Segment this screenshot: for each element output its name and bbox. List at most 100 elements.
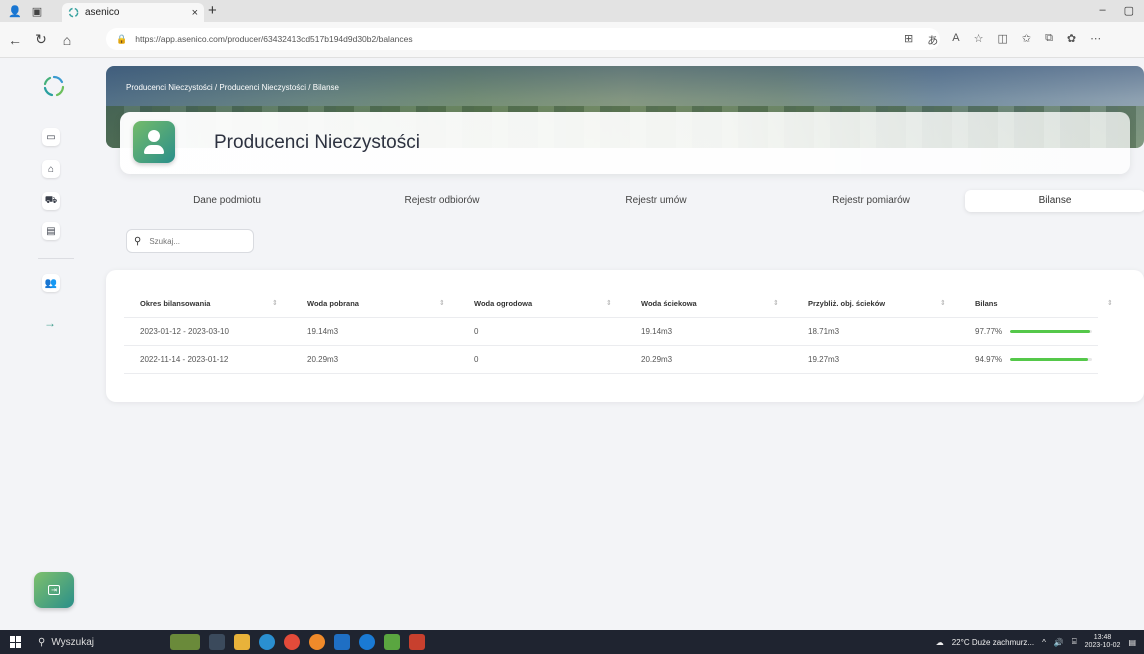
address-bar[interactable]: 🔒 https://app.asenico.com/producer/63432… xyxy=(106,28,940,50)
chrome-icon[interactable] xyxy=(284,634,300,650)
home-nav-icon[interactable]: ⌂ xyxy=(42,160,60,178)
app-available-icon[interactable]: ⊞ xyxy=(904,32,913,48)
cell-woda-sciekowa: 19.14m3 xyxy=(641,327,673,336)
clock[interactable]: 13:48 2023-10-02 xyxy=(1085,634,1121,650)
bilans-progress-bar xyxy=(1010,358,1092,361)
weather-icon: ☁ xyxy=(935,637,944,647)
edge-icon[interactable] xyxy=(259,634,275,650)
task-view-icon[interactable] xyxy=(209,634,225,650)
tab-close-icon[interactable]: × xyxy=(192,7,198,19)
weather-text[interactable]: 22°C Duże zachmurz... xyxy=(952,638,1034,647)
search-input[interactable] xyxy=(149,236,240,246)
col-header-obj-sciekow[interactable]: Przybliż. obj. ścieków xyxy=(808,290,885,318)
cell-obj-sciekow: 19.27m3 xyxy=(808,355,840,364)
sidebar: ▭ ⌂ ⛟ ▤ 👥 → ⇥ xyxy=(14,58,92,630)
profile-icon[interactable]: 👤 xyxy=(8,5,22,18)
table-row[interactable]: 2023-01-12 - 2023-03-10 19.14m3 0 19.14m… xyxy=(124,318,1098,346)
sort-icon[interactable]: ⇕ xyxy=(1107,290,1113,318)
title-card: Producenci Nieczystości xyxy=(120,112,1130,174)
table-row[interactable]: 2022-11-14 - 2023-01-12 20.29m3 0 20.29m… xyxy=(124,346,1098,374)
logout-button[interactable]: ⇥ xyxy=(34,572,74,608)
sidebar-divider xyxy=(38,258,74,259)
favorites-icon[interactable]: ✩ xyxy=(1022,32,1031,48)
network-icon[interactable]: ⌸ xyxy=(1072,637,1077,647)
windows-taskbar: ⚲ Wyszukaj ☁ 22°C Duże zachmurz... ^ 🔊 ⌸… xyxy=(0,630,1144,654)
taskbar-search[interactable]: ⚲ Wyszukaj xyxy=(38,637,94,648)
cell-woda-ogrodowa: 0 xyxy=(474,327,479,336)
outlook-icon[interactable] xyxy=(334,634,350,650)
notifications-icon[interactable]: ▤ xyxy=(1128,638,1136,647)
tab-rejestr-pomiarow[interactable]: Rejestr pomiarów xyxy=(781,190,961,212)
bilans-progress-fill xyxy=(1010,358,1088,361)
search-icon: ⚲ xyxy=(38,636,46,648)
refresh-icon[interactable]: ↻ xyxy=(30,31,52,48)
volume-icon[interactable]: 🔊 xyxy=(1054,638,1064,647)
cell-obj-sciekow: 18.71m3 xyxy=(808,327,840,336)
tab-actions-icon[interactable]: ▣ xyxy=(30,5,44,18)
col-header-woda-sciekowa[interactable]: Woda ściekowa xyxy=(641,290,697,318)
browser-toolbar: ← ↻ ⌂ 🔒 https://app.asenico.com/producer… xyxy=(0,22,1144,58)
producer-avatar-icon xyxy=(133,121,175,163)
logout-icon: ⇥ xyxy=(48,585,60,595)
maximize-button[interactable]: ▢ xyxy=(1124,4,1134,17)
cell-period: 2023-01-12 - 2023-03-10 xyxy=(140,327,229,336)
users-icon[interactable]: 👥 xyxy=(42,274,60,292)
widgets-icon[interactable] xyxy=(170,634,200,650)
sort-icon[interactable]: ⇕ xyxy=(272,290,278,318)
asenico-logo-icon[interactable] xyxy=(42,74,66,98)
sort-icon[interactable]: ⇕ xyxy=(940,290,946,318)
favorite-star-icon[interactable]: ☆ xyxy=(974,32,984,48)
internet-explorer-icon[interactable] xyxy=(359,634,375,650)
translate-icon[interactable]: あ xyxy=(927,32,938,48)
section-tabs: Dane podmiotu Rejestr odbiorów Rejestr u… xyxy=(120,190,1144,212)
col-header-okres[interactable]: Okres bilansowania xyxy=(140,290,210,318)
tab-rejestr-umow[interactable]: Rejestr umów xyxy=(566,190,746,212)
sort-icon[interactable]: ⇕ xyxy=(439,290,445,318)
search-box: ⚲ xyxy=(126,229,254,253)
truck-icon[interactable]: ⛟ xyxy=(42,192,60,210)
sort-icon[interactable]: ⇕ xyxy=(773,290,779,318)
breadcrumb[interactable]: Producenci Nieczystości / Producenci Nie… xyxy=(126,83,339,92)
home-icon[interactable]: ⌂ xyxy=(56,32,78,48)
cell-bilans: 97.77% xyxy=(975,327,1003,336)
url-text: https://app.asenico.com/producer/6343241… xyxy=(135,34,413,44)
cell-woda-pobrana: 19.14m3 xyxy=(307,327,339,336)
tab-dane-podmiotu[interactable]: Dane podmiotu xyxy=(137,190,317,212)
col-header-woda-ogrodowa[interactable]: Woda ogrodowa xyxy=(474,290,532,318)
cell-period: 2022-11-14 - 2023-01-12 xyxy=(140,355,229,364)
firefox-icon[interactable] xyxy=(309,634,325,650)
cell-bilans: 94.97% xyxy=(975,355,1003,364)
balances-card: Okres bilansowania ⇕ Woda pobrana ⇕ Woda… xyxy=(106,270,1144,402)
more-icon[interactable]: ⋯ xyxy=(1090,32,1101,48)
clock-time: 13:48 xyxy=(1093,634,1112,641)
table-header: Okres bilansowania ⇕ Woda pobrana ⇕ Woda… xyxy=(124,290,1113,318)
sort-icon[interactable]: ⇕ xyxy=(606,290,612,318)
taskbar-search-label: Wyszukaj xyxy=(51,636,95,648)
minimize-button[interactable]: – xyxy=(1099,4,1105,17)
split-screen-icon[interactable]: ◫ xyxy=(997,32,1007,48)
cell-woda-ogrodowa: 0 xyxy=(474,355,479,364)
taskbar-apps xyxy=(170,634,425,650)
search-icon: ⚲ xyxy=(134,235,142,247)
read-aloud-icon[interactable]: A xyxy=(952,32,959,48)
file-explorer-icon[interactable] xyxy=(234,634,250,650)
tray-chevron-icon[interactable]: ^ xyxy=(1042,638,1046,647)
col-header-woda-pobrana[interactable]: Woda pobrana xyxy=(307,290,359,318)
system-tray: ☁ 22°C Duże zachmurz... ^ 🔊 ⌸ 13:48 2023… xyxy=(936,634,1136,650)
new-tab-button[interactable]: + xyxy=(208,2,217,19)
collections-icon[interactable]: ⧉ xyxy=(1045,32,1053,48)
powerpoint-icon[interactable] xyxy=(409,634,425,650)
browser-tab[interactable]: asenico × xyxy=(62,3,204,22)
tank-truck-icon[interactable]: ▤ xyxy=(42,222,60,240)
app-icon[interactable] xyxy=(384,634,400,650)
expand-arrow-icon[interactable]: → xyxy=(44,316,56,330)
asenico-favicon-icon xyxy=(68,7,79,18)
col-header-bilans[interactable]: Bilans xyxy=(975,290,998,318)
windows-start-icon[interactable] xyxy=(10,636,22,648)
back-arrow-icon[interactable]: ← xyxy=(4,32,26,48)
tab-rejestr-odbiorow[interactable]: Rejestr odbiorów xyxy=(352,190,532,212)
bilans-progress-bar xyxy=(1010,330,1092,333)
tab-bilanse[interactable]: Bilanse xyxy=(965,190,1144,212)
monitor-icon[interactable]: ▭ xyxy=(42,128,60,146)
extensions-icon[interactable]: ✿ xyxy=(1067,32,1076,48)
